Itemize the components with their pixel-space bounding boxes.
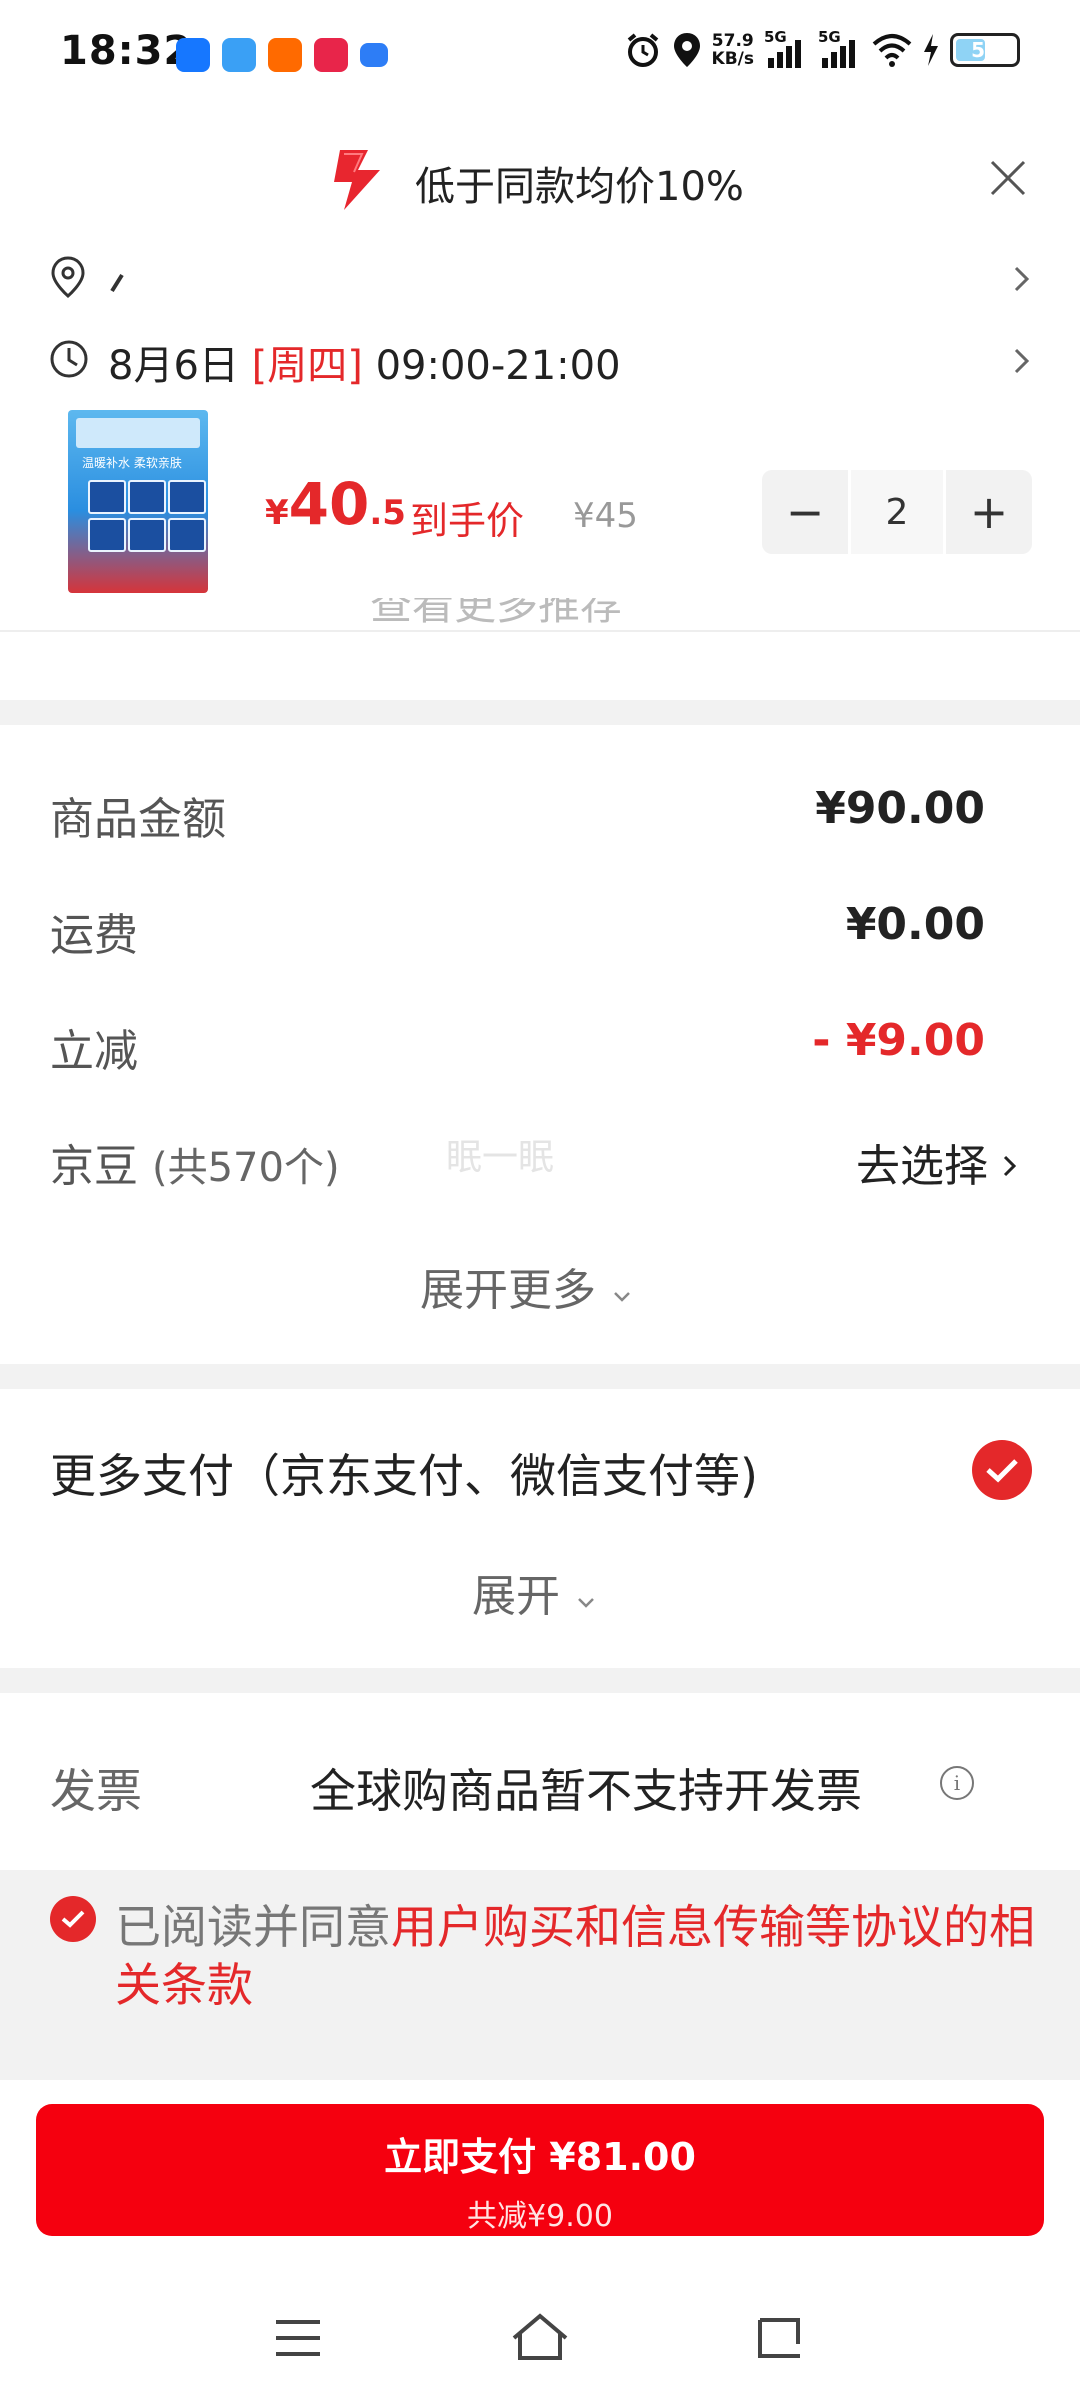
location-icon: [673, 33, 700, 67]
taobao-icon: [268, 38, 302, 72]
close-icon[interactable]: [986, 156, 1030, 200]
goods-amount-value: ¥90.00: [815, 783, 985, 834]
discount-label: 立减: [50, 1026, 138, 1077]
alipay-icon: [176, 38, 210, 72]
lightning-icon: [334, 150, 380, 210]
jd-beans-row: 京豆 (共570个): [50, 1130, 340, 1194]
back-icon[interactable]: [754, 2316, 804, 2360]
signal-icon-1: 5G: [764, 28, 808, 70]
network-speed: 57.9 KB/s: [711, 31, 754, 69]
charging-icon: [924, 34, 938, 66]
section-gap: [0, 700, 1080, 725]
shipping-value: ¥0.00: [845, 899, 985, 950]
check-icon: [61, 1910, 85, 1928]
chevron-right-icon: [1014, 266, 1030, 292]
info-icon[interactable]: i: [940, 1766, 974, 1800]
delivery-weekday: [周四]: [251, 343, 363, 389]
status-bar: 18:32 57.9 KB/s 5G 5G 50: [0, 0, 1080, 110]
delivery-date: 8月6日: [108, 343, 239, 389]
location-pin-icon: [51, 256, 85, 298]
agreement-text: 已阅读并同意用户购买和信息传输等协议的相关条款: [115, 1898, 1035, 2014]
pay-now-button[interactable]: 立即支付 ¥81.00 共减¥9.00: [36, 2104, 1044, 2236]
watermark-text: 眠一眠: [446, 1137, 555, 1178]
pay-now-label: 立即支付 ¥81.00: [384, 2135, 696, 2179]
section-gap: [0, 1364, 1080, 1389]
clock-icon: [50, 340, 88, 378]
pay-now-savings: 共减¥9.00: [467, 2199, 613, 2234]
system-nav-bar: [0, 2290, 1080, 2400]
agreement-checkbox[interactable]: [50, 1896, 96, 1942]
goods-amount-label: 商品金额: [50, 794, 226, 845]
quantity-stepper: − 2 +: [762, 470, 1032, 554]
agreement-prefix: 已阅读并同意: [115, 1900, 391, 1954]
increase-button[interactable]: +: [946, 470, 1032, 554]
jd-beans-select[interactable]: 去选择: [856, 1130, 1020, 1194]
price-label: 到手价: [410, 499, 525, 543]
battery-level: 50: [971, 38, 999, 62]
discount-value: - ¥9.00: [812, 1015, 985, 1066]
alarm-icon: [627, 33, 658, 67]
chevron-right-icon: [1014, 348, 1030, 374]
delivery-time[interactable]: 8月6日 [周四] 09:00-21:00: [108, 333, 621, 391]
decrease-button[interactable]: −: [762, 470, 848, 554]
status-time: 18:32: [60, 28, 193, 74]
expand-more-button[interactable]: 展开更多: [420, 1254, 634, 1318]
message-icon: [360, 43, 388, 67]
original-price: ¥45: [573, 496, 638, 536]
header-title: 低于同款均价10%: [415, 164, 744, 210]
wifi-icon: [872, 34, 912, 67]
xiaohongshu-icon: [314, 38, 348, 72]
address-text: [108, 255, 138, 304]
jd-beans-label: 京豆: [50, 1141, 138, 1192]
check-icon: [986, 1459, 1018, 1483]
address-row[interactable]: [0, 250, 1080, 310]
product-image[interactable]: 温暖补水 柔软亲肤: [68, 410, 208, 593]
menu-icon[interactable]: [274, 2318, 322, 2358]
more-recommend-link[interactable]: 查看更多推荐: [370, 598, 622, 628]
status-right: 57.9 KB/s 5G 5G 50: [624, 28, 1020, 70]
home-icon[interactable]: [510, 2312, 570, 2362]
payment-selected-check[interactable]: [972, 1440, 1032, 1500]
invoice-value: 全球购商品暂不支持开发票: [310, 1764, 862, 1818]
shipping-label: 运费: [50, 910, 138, 961]
jd-beans-count: (共570个): [152, 1145, 340, 1191]
section-gap: [0, 1668, 1080, 1693]
invoice-label: 发票: [50, 1764, 142, 1818]
chevron-right-icon: [1003, 1155, 1017, 1177]
divider: [0, 630, 1080, 632]
chevron-down-icon: [614, 1292, 630, 1302]
payment-expand-button[interactable]: 展开: [472, 1560, 598, 1624]
feishu-icon: [222, 38, 256, 72]
signal-icon-2: 5G: [818, 28, 862, 70]
quantity-value[interactable]: 2: [848, 470, 946, 554]
chevron-down-icon: [578, 1598, 594, 1608]
price-final: ¥40.5: [265, 470, 406, 538]
payment-method[interactable]: 更多支付（京东支付、微信支付等): [50, 1440, 758, 1506]
battery-icon: 50: [950, 33, 1020, 67]
delivery-range: 09:00-21:00: [375, 343, 621, 389]
